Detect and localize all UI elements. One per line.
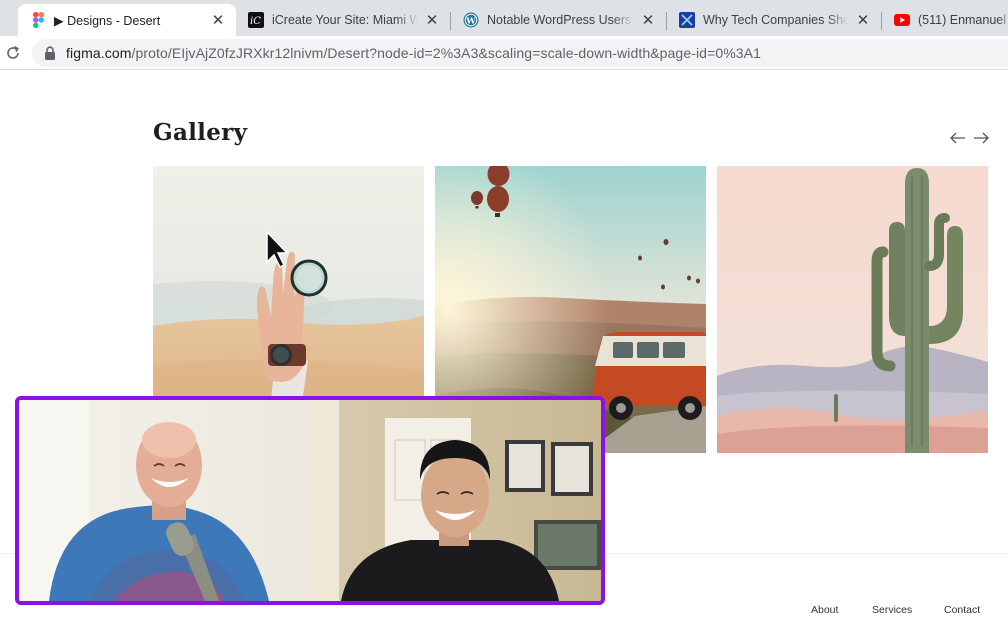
browser-toolbar: figma.com/proto/EIjvAjZ0fzJRXkr12lnivm/D…: [0, 36, 1008, 70]
address-bar[interactable]: figma.com/proto/EIjvAjZ0fzJRXkr12lnivm/D…: [32, 39, 1008, 67]
wordpress-icon: W: [463, 12, 479, 28]
arrow-right-icon[interactable]: [972, 131, 990, 145]
figma-icon: [30, 12, 46, 28]
tab-icreate[interactable]: iC iCreate Your Site: Miami We ✕: [236, 4, 450, 36]
browser-tab-strip: ▶ Designs - Desert ✕ iC iCreate Your Sit…: [0, 0, 1008, 36]
footer-link-services[interactable]: Services: [872, 604, 912, 616]
tab-designs-desert[interactable]: ▶ Designs - Desert ✕: [18, 4, 236, 36]
lock-icon[interactable]: [44, 46, 56, 60]
svg-text:iC: iC: [250, 16, 261, 27]
icreate-icon: iC: [248, 12, 264, 28]
close-icon[interactable]: ✕: [855, 12, 871, 29]
tab-title: Notable WordPress Users -: [487, 13, 634, 27]
screen: ▶ Designs - Desert ✕ iC iCreate Your Sit…: [0, 0, 1008, 622]
gallery-photo-cactus[interactable]: [717, 166, 988, 453]
participant-right-video: [307, 400, 601, 601]
participant-left-video: [19, 400, 309, 601]
close-icon[interactable]: ✕: [640, 12, 656, 29]
tab-tech-companies[interactable]: Why Tech Companies Shou ✕: [667, 4, 881, 36]
tab-title: (511) Enmanuel D: [918, 13, 1008, 27]
tab-wordpress[interactable]: W Notable WordPress Users - ✕: [451, 4, 666, 36]
page-title: Gallery: [153, 119, 248, 146]
footer-link-contact[interactable]: Contact: [944, 604, 980, 616]
svg-text:W: W: [465, 16, 476, 26]
youtube-icon: [894, 12, 910, 28]
footer-link-about[interactable]: About: [811, 604, 838, 616]
tab-title: Why Tech Companies Shou: [703, 13, 849, 27]
x-icon: [679, 12, 695, 28]
close-icon[interactable]: ✕: [210, 12, 226, 29]
close-icon[interactable]: ✕: [424, 12, 440, 29]
url-text: figma.com/proto/EIjvAjZ0fzJRXkr12lnivm/D…: [66, 45, 761, 61]
arrow-left-icon[interactable]: [949, 131, 967, 145]
reload-icon[interactable]: [4, 44, 22, 62]
url-host: figma.com: [66, 45, 132, 61]
tab-youtube[interactable]: (511) Enmanuel D: [882, 4, 1008, 36]
tab-title: ▶ Designs - Desert: [54, 13, 161, 28]
url-path: /proto/EIjvAjZ0fzJRXkr12lnivm/Desert?nod…: [131, 45, 761, 61]
video-call-overlay[interactable]: [15, 396, 605, 605]
tab-title: iCreate Your Site: Miami We: [272, 13, 418, 27]
